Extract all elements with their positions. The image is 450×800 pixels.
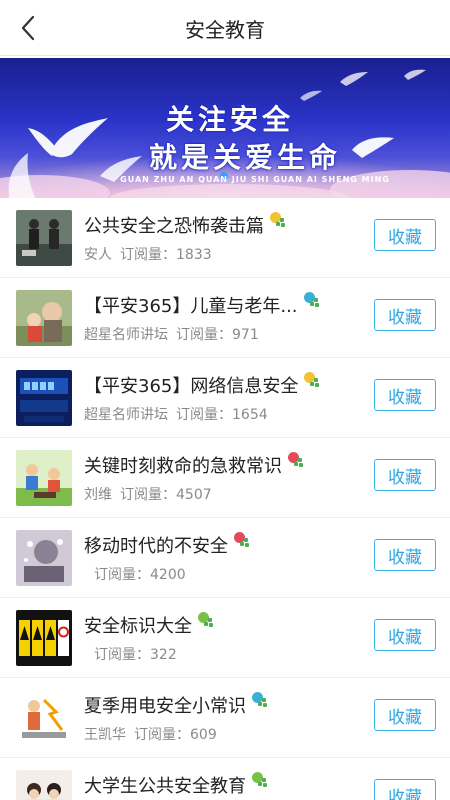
list-item[interactable]: 【平安365】网络信息安全 超星名师讲坛 订阅量：1654 收藏 <box>0 358 450 438</box>
subscription-label: 订阅量： <box>134 727 190 743</box>
banner-pinyin: GUAN ZHU AN QUAN JIU SHI GUAN AI SHENG M… <box>120 175 390 184</box>
course-badge-icon <box>304 372 320 388</box>
subscription-count: 609 <box>190 727 217 743</box>
course-thumbnail <box>16 450 72 506</box>
course-badge-icon <box>303 292 320 308</box>
subscription-label: 订阅量： <box>94 647 150 663</box>
subscription-label: 订阅量： <box>176 327 232 343</box>
course-badge-icon <box>198 612 214 628</box>
course-title: 【平安365】儿童与老年... <box>84 296 298 317</box>
banner-subheadline: 就是关爱生命 <box>148 141 341 174</box>
page-title: 安全教育 <box>185 18 265 42</box>
course-author: 超星名师讲坛 <box>84 407 168 423</box>
course-list: 公共安全之恐怖袭击篇 安人 订阅量：1833 收藏 【平安365】儿童与老年... <box>0 198 450 800</box>
course-title: 夏季用电安全小常识 <box>84 696 246 717</box>
course-meta: 订阅量：322 <box>94 644 177 664</box>
course-author: 刘维 <box>84 487 112 503</box>
favorite-button[interactable]: 收藏 <box>374 379 436 411</box>
list-item[interactable]: 大学生公共安全教育 收藏 <box>0 758 450 800</box>
list-item[interactable]: 安全标识大全 订阅量：322 收藏 <box>0 598 450 678</box>
course-title: 大学生公共安全教育 <box>84 776 246 797</box>
course-thumbnail <box>16 690 72 746</box>
course-thumbnail <box>16 290 72 346</box>
course-thumbnail <box>16 610 72 666</box>
subscription-count: 4200 <box>150 567 186 583</box>
subscription-label: 订阅量： <box>176 407 232 423</box>
course-thumbnail <box>16 210 72 266</box>
list-item[interactable]: 移动时代的不安全 订阅量：4200 收藏 <box>0 518 450 598</box>
course-author: 王凯华 <box>84 727 126 743</box>
subscription-label: 订阅量： <box>94 567 150 583</box>
course-badge-icon <box>270 212 286 228</box>
subscription-count: 971 <box>232 327 259 343</box>
subscription-count: 322 <box>150 647 177 663</box>
course-badge-icon <box>252 772 268 788</box>
subscription-label: 订阅量： <box>120 247 176 263</box>
course-meta: 安人 订阅量：1833 <box>84 244 212 264</box>
course-meta: 超星名师讲坛 订阅量：971 <box>84 324 259 344</box>
list-item[interactable]: 公共安全之恐怖袭击篇 安人 订阅量：1833 收藏 <box>0 198 450 278</box>
subscription-count: 1833 <box>176 247 212 263</box>
course-badge-icon <box>252 692 268 708</box>
course-meta: 刘维 订阅量：4507 <box>84 484 212 504</box>
subscription-count: 4507 <box>176 487 212 503</box>
favorite-button[interactable]: 收藏 <box>374 779 436 800</box>
course-title: 关键时刻救命的急救常识 <box>84 456 282 477</box>
course-meta: 超星名师讲坛 订阅量：1654 <box>84 404 268 424</box>
course-thumbnail <box>16 530 72 586</box>
favorite-button[interactable]: 收藏 <box>374 219 436 251</box>
favorite-button[interactable]: 收藏 <box>374 619 436 651</box>
course-title: 【平安365】网络信息安全 <box>84 376 299 397</box>
course-thumbnail <box>16 370 72 426</box>
course-title: 安全标识大全 <box>84 616 192 637</box>
favorite-button[interactable]: 收藏 <box>374 459 436 491</box>
promo-banner[interactable]: 关注安全 就是关爱生命 GUAN ZHU AN QUAN JIU SHI GUA… <box>0 58 450 198</box>
course-thumbnail <box>16 770 72 800</box>
banner-headline: 关注安全 <box>165 103 294 136</box>
favorite-button[interactable]: 收藏 <box>374 539 436 571</box>
list-item[interactable]: 关键时刻救命的急救常识 刘维 订阅量：4507 收藏 <box>0 438 450 518</box>
app-header: 安全教育 <box>0 0 450 56</box>
course-title: 公共安全之恐怖袭击篇 <box>84 216 264 237</box>
subscription-label: 订阅量： <box>120 487 176 503</box>
course-author: 安人 <box>84 247 112 263</box>
course-author: 超星名师讲坛 <box>84 327 168 343</box>
course-title: 移动时代的不安全 <box>84 536 228 557</box>
course-meta: 王凯华 订阅量：609 <box>84 724 217 744</box>
course-badge-icon <box>288 452 304 468</box>
list-item[interactable]: 【平安365】儿童与老年... 超星名师讲坛 订阅量：971 收藏 <box>0 278 450 358</box>
course-badge-icon <box>234 532 250 548</box>
favorite-button[interactable]: 收藏 <box>374 699 436 731</box>
course-meta: 订阅量：4200 <box>94 564 186 584</box>
subscription-count: 1654 <box>232 407 268 423</box>
list-item[interactable]: 夏季用电安全小常识 王凯华 订阅量：609 收藏 <box>0 678 450 758</box>
favorite-button[interactable]: 收藏 <box>374 299 436 331</box>
